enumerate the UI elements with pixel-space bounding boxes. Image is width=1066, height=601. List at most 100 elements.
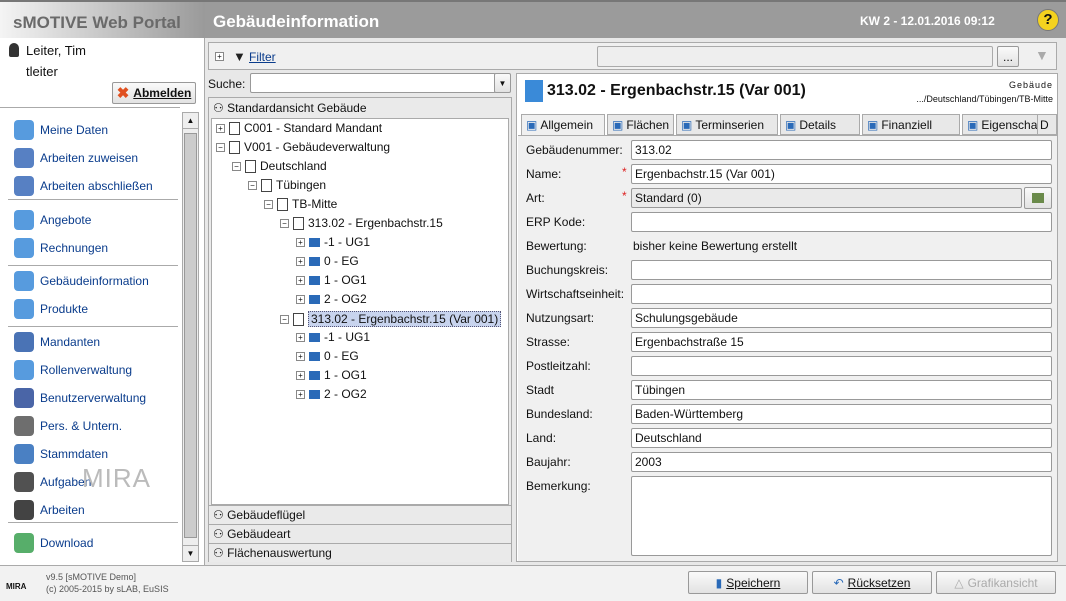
field-input[interactable]: Deutschland <box>631 428 1052 448</box>
close-icon: ✖ <box>116 85 130 102</box>
reset-button[interactable]: ↶ Rücksetzen <box>812 571 932 594</box>
date-display: KW 2 - 12.01.2016 09:12 <box>860 14 995 28</box>
field-input[interactable] <box>631 356 1052 376</box>
save-button[interactable]: ▮ Speichern <box>688 571 808 594</box>
object-path: .../Deutschland/Tübingen/TB-Mitte <box>916 94 1053 104</box>
tab-icon: ▣ <box>867 117 879 132</box>
node-icon <box>309 275 320 285</box>
search-label: Suche: <box>208 77 246 91</box>
expand-icon[interactable]: + <box>296 294 305 304</box>
expand-filter-icon[interactable]: + <box>215 52 224 61</box>
sidebar-item-12[interactable]: Stammdaten <box>14 444 108 464</box>
tree-node[interactable]: −313.02 - Ergenbachstr.15 <box>280 216 443 230</box>
sidebar-item-4[interactable]: Angebote <box>14 210 91 230</box>
collapse-icon[interactable]: − <box>280 314 289 324</box>
field-label: Baujahr: <box>526 455 571 469</box>
tab-flächen[interactable]: ▣ Flächen <box>607 114 674 135</box>
field-input[interactable] <box>631 476 1052 556</box>
tree-node[interactable]: + C001 - Standard Mandant <box>216 121 382 135</box>
tree-node[interactable]: +0 - EG <box>296 254 359 268</box>
type-picker-button[interactable] <box>1024 187 1052 209</box>
sidebar-item-7[interactable]: Produkte <box>14 299 88 319</box>
field-label: Wirtschaftseinheit: <box>526 287 625 301</box>
sidebar-item-10[interactable]: Benutzerverwaltung <box>14 388 146 408</box>
tree-node[interactable]: − TB-Mitte <box>264 197 337 211</box>
tree-node[interactable]: −313.02 - Ergenbachstr.15 (Var 001) <box>280 311 502 327</box>
tree-node[interactable]: + -1 - UG1 <box>296 330 370 344</box>
sidebar-item-6[interactable]: Gebäudeinformation <box>14 271 149 291</box>
field-input[interactable]: 313.02 <box>631 140 1052 160</box>
expand-icon[interactable]: + <box>296 370 305 380</box>
tab-finanziell[interactable]: ▣ Finanziell <box>862 114 960 135</box>
collapse-icon[interactable]: − <box>248 180 257 190</box>
field-input[interactable]: Tübingen <box>631 380 1052 400</box>
sidebar-item-15[interactable]: Download <box>14 533 93 553</box>
tree-node[interactable]: +1 - OG1 <box>296 273 367 287</box>
tab-d[interactable]: D <box>1037 114 1057 135</box>
version: v9.5 [sMOTIVE Demo] <box>46 572 137 582</box>
tree-node[interactable]: − V001 - Gebäudeverwaltung <box>216 140 390 154</box>
section-gebaeudefluegel[interactable]: ⚇ Gebäudeflügel <box>209 505 511 524</box>
field-input[interactable] <box>631 212 1052 232</box>
sidebar-scrollbar[interactable]: ▲ ▼ <box>182 112 199 562</box>
tab-terminserien[interactable]: ▣ Terminserien <box>676 114 778 135</box>
field-input[interactable]: Ergenbachstraße 15 <box>631 332 1052 352</box>
help-icon[interactable]: ? <box>1037 9 1059 31</box>
expand-icon[interactable]: + <box>296 256 305 266</box>
field-input[interactable] <box>631 284 1052 304</box>
field-input[interactable]: Schulungsgebäude <box>631 308 1052 328</box>
field-input[interactable]: Baden-Württemberg <box>631 404 1052 424</box>
logout-button[interactable]: ✖ Abmelden <box>112 82 196 104</box>
tree-node[interactable]: +2 - OG2 <box>296 387 367 401</box>
offer-icon <box>14 210 34 230</box>
sidebar-item-14[interactable]: Arbeiten <box>14 500 85 520</box>
field-input[interactable]: 2003 <box>631 452 1052 472</box>
tab-details[interactable]: ▣ Details <box>780 114 860 135</box>
expand-icon[interactable]: + <box>296 332 305 342</box>
graphic-view-button[interactable]: △ Grafikansicht <box>936 571 1056 594</box>
search-dropdown-icon[interactable]: ▼ <box>494 73 511 93</box>
scroll-down-icon[interactable]: ▼ <box>183 545 198 561</box>
filter-link[interactable]: Filter <box>249 50 276 64</box>
section-gebaeudeart[interactable]: ⚇ Gebäudeart <box>209 524 511 543</box>
expand-icon[interactable]: + <box>216 123 225 133</box>
tree-header[interactable]: ⚇ Standardansicht Gebäude <box>213 101 367 115</box>
node-icon <box>309 237 320 247</box>
tree-node[interactable]: +1 - OG1 <box>296 368 367 382</box>
field-label: Strasse: <box>526 335 571 349</box>
filter-more-button[interactable]: ... <box>997 46 1019 67</box>
tab-icon: ▣ <box>967 117 979 132</box>
tree-node[interactable]: − Deutschland <box>232 159 327 173</box>
search-input[interactable] <box>250 73 496 93</box>
collapse-icon[interactable]: − <box>264 199 273 209</box>
tree-node[interactable]: +2 - OG2 <box>296 292 367 306</box>
expand-icon[interactable]: + <box>296 275 305 285</box>
scroll-thumb[interactable] <box>184 133 197 538</box>
field-input[interactable]: Standard (0) <box>631 188 1022 208</box>
sidebar-item-5[interactable]: Rechnungen <box>14 238 108 258</box>
tab-allgemein[interactable]: ▣ Allgemein <box>521 114 605 135</box>
field-input[interactable] <box>631 260 1052 280</box>
scroll-up-icon[interactable]: ▲ <box>183 113 198 129</box>
sidebar-item-9[interactable]: Rollenverwaltung <box>14 360 132 380</box>
section-flaechenauswertung[interactable]: ⚇ Flächenauswertung <box>209 543 511 562</box>
expand-icon[interactable]: + <box>296 389 305 399</box>
sidebar-item-2[interactable]: Arbeiten zuweisen <box>14 148 138 168</box>
tree-node[interactable]: + -1 - UG1 <box>296 235 370 249</box>
tree-node[interactable]: +0 - EG <box>296 349 359 363</box>
collapse-icon[interactable]: − <box>280 218 289 228</box>
field-label: Stadt <box>526 383 555 397</box>
field-input[interactable]: Ergenbachstr.15 (Var 001) <box>631 164 1052 184</box>
collapse-icon[interactable]: − <box>232 161 241 171</box>
sidebar-item-11[interactable]: Pers. & Untern. <box>14 416 122 436</box>
expand-icon[interactable]: + <box>296 237 305 247</box>
clear-filter-icon[interactable]: ▼ <box>1035 47 1049 63</box>
tree-node[interactable]: − Tübingen <box>248 178 326 192</box>
divider <box>0 107 180 108</box>
sidebar-item-1[interactable]: Meine Daten <box>14 120 108 140</box>
expand-icon[interactable]: + <box>296 351 305 361</box>
collapse-icon[interactable]: − <box>216 142 225 152</box>
sidebar-item-3[interactable]: Arbeiten abschließen <box>14 176 153 196</box>
sidebar-item-8[interactable]: Mandanten <box>14 332 100 352</box>
sidebar-item-13[interactable]: Aufgaben <box>14 472 91 492</box>
